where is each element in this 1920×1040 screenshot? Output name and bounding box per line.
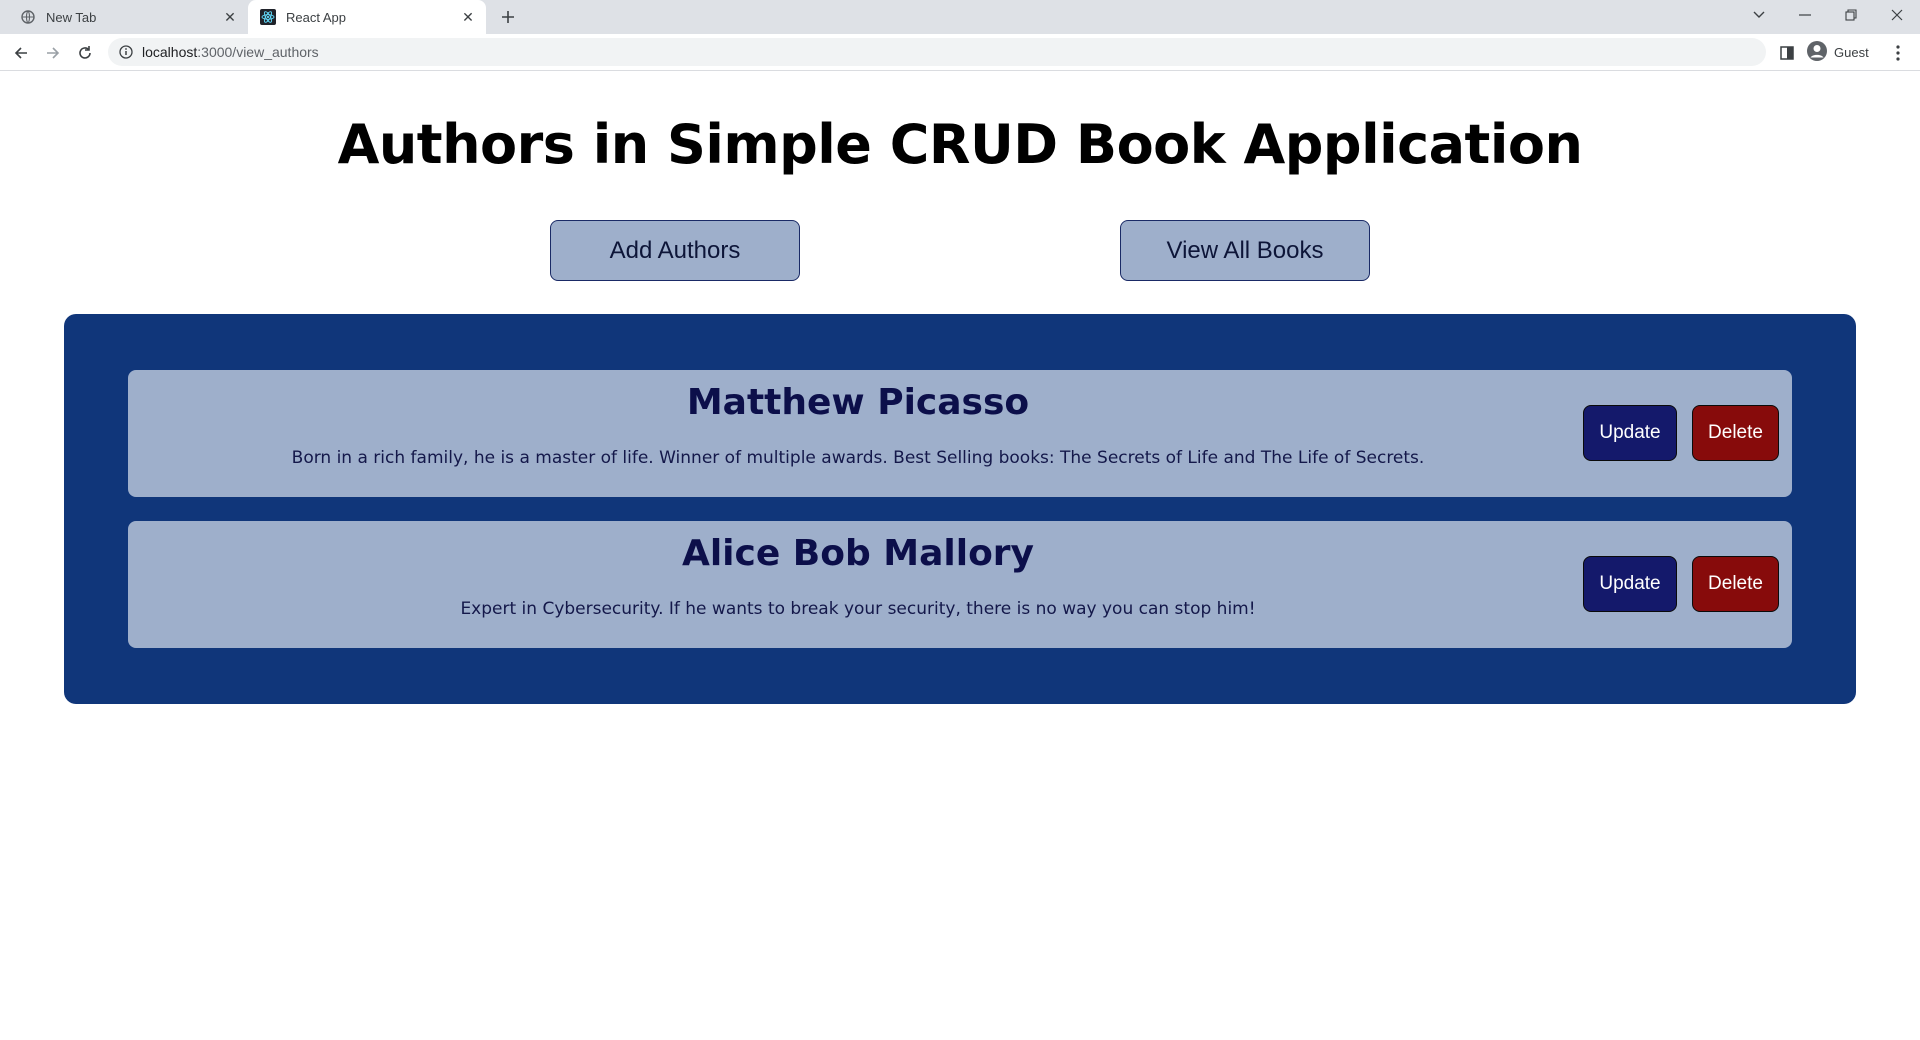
author-name: Matthew Picasso (686, 382, 1030, 423)
forward-arrow-icon[interactable] (40, 40, 66, 66)
react-logo-icon (260, 9, 276, 25)
address-bar[interactable]: localhost:3000/view_authors (108, 38, 1766, 66)
url-text: localhost:3000/view_authors (142, 44, 319, 60)
close-window-icon[interactable] (1874, 0, 1920, 30)
tab-search-chevron-icon[interactable] (1736, 0, 1782, 30)
tab-strip: New Tab ✕ React App ✕ (0, 0, 1920, 34)
authors-panel: Matthew Picasso Born in a rich family, h… (64, 314, 1856, 704)
url-host: localhost (142, 44, 198, 60)
author-description: Expert in Cybersecurity. If he wants to … (460, 599, 1256, 619)
restore-icon[interactable] (1828, 0, 1874, 30)
globe-icon (20, 9, 36, 25)
back-arrow-icon[interactable] (8, 40, 34, 66)
tab-title: React App (286, 9, 346, 25)
reload-icon[interactable] (72, 40, 98, 66)
tab-react-app[interactable]: React App ✕ (248, 0, 486, 34)
browser-toolbar: localhost:3000/view_authors Guest (0, 34, 1920, 71)
update-button[interactable]: Update (1583, 405, 1677, 461)
close-tab-icon[interactable]: ✕ (220, 7, 240, 27)
view-all-books-button[interactable]: View All Books (1120, 220, 1370, 281)
author-name: Alice Bob Mallory (681, 533, 1035, 574)
avatar-icon (1806, 40, 1828, 65)
author-description: Born in a rich family, he is a master of… (291, 448, 1425, 468)
tab-title: New Tab (46, 9, 97, 25)
author-card: Alice Bob Mallory Expert in Cybersecurit… (128, 521, 1792, 648)
profile-label: Guest (1834, 44, 1869, 60)
close-tab-icon[interactable]: ✕ (458, 7, 478, 27)
add-authors-button[interactable]: Add Authors (550, 220, 800, 281)
more-menu-icon[interactable] (1886, 40, 1910, 66)
author-card: Matthew Picasso Born in a rich family, h… (128, 370, 1792, 497)
page-title: Authors in Simple CRUD Book Application (337, 113, 1583, 176)
tab-new-tab[interactable]: New Tab ✕ (8, 0, 248, 34)
delete-button[interactable]: Delete (1692, 556, 1779, 612)
url-path: :3000/view_authors (197, 44, 319, 60)
side-panel-icon[interactable] (1774, 40, 1800, 66)
update-button[interactable]: Update (1583, 556, 1677, 612)
page-content: Authors in Simple CRUD Book Application … (0, 71, 1920, 1040)
profile-button[interactable]: Guest (1806, 39, 1876, 65)
site-info-icon[interactable] (118, 44, 134, 60)
new-tab-plus-icon[interactable] (496, 5, 520, 29)
delete-button[interactable]: Delete (1692, 405, 1779, 461)
minimize-icon[interactable] (1782, 0, 1828, 30)
